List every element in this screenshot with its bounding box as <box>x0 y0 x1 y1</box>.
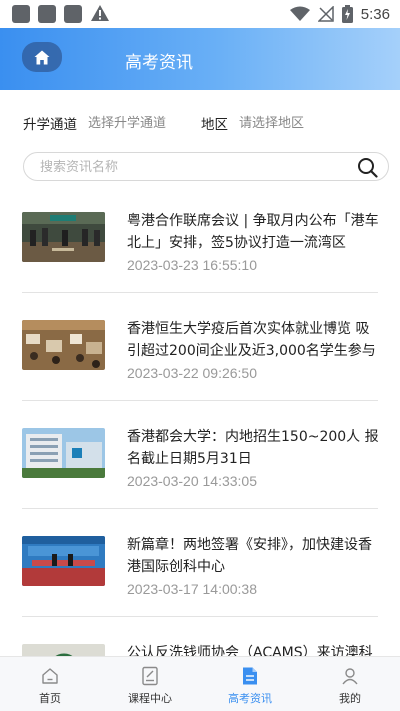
tab-exam-news[interactable]: 高考资讯 <box>200 657 300 711</box>
header-bar: 高考资讯 <box>0 28 400 90</box>
news-date: 2023-03-22 09:26:50 <box>127 365 257 381</box>
home-icon <box>34 50 50 64</box>
news-date: 2023-03-23 16:55:10 <box>127 257 257 273</box>
news-thumbnail <box>22 320 105 370</box>
news-item[interactable]: 新篇章！两地签署《安排》，加快建设香港国际创科中心 2023-03-17 14:… <box>0 509 400 617</box>
warning-icon <box>91 5 109 21</box>
channel-label: 升学通道 <box>23 117 77 133</box>
battery-charging-icon <box>341 5 353 23</box>
news-thumbnail <box>22 536 105 586</box>
tab-label: 高考资讯 <box>228 692 272 705</box>
notification-icon <box>38 5 56 23</box>
news-thumbnail <box>22 212 105 262</box>
news-title: 新篇章！两地签署《安排》，加快建设香港国际创科中心 <box>127 537 372 575</box>
status-time: 5:36 <box>360 5 390 23</box>
no-signal-icon <box>317 6 334 22</box>
tab-label: 首页 <box>39 692 61 705</box>
tab-course-center[interactable]: 课程中心 <box>100 657 200 711</box>
filter-bar: 升学通道 选择升学通道 地区 请选择地区 <box>0 105 400 135</box>
home-button[interactable] <box>22 42 62 72</box>
page-title: 高考资讯 <box>125 53 193 73</box>
channel-select[interactable]: 选择升学通道 <box>88 112 166 131</box>
tab-home[interactable]: 首页 <box>0 657 100 711</box>
news-title: 香港都会大学：内地招生150~200人 报名截止日期5月31日 <box>127 429 379 467</box>
user-icon <box>342 668 358 685</box>
news-title: 粤港合作联席会议 | 争取月内公布「港车北上」安排，签5协议打造一流湾区 <box>127 213 379 251</box>
notification-icon <box>12 5 30 23</box>
tab-mine[interactable]: 我的 <box>300 657 400 711</box>
bottom-tab-bar: 首页 课程中心 高考资讯 我的 <box>0 656 400 711</box>
news-item[interactable]: 香港恒生大学疫后首次实体就业博览 吸引超过200间企业及近3,000名学生参与 … <box>0 293 400 401</box>
home-outline-icon <box>42 668 58 684</box>
region-label: 地区 <box>201 117 228 133</box>
news-thumbnail <box>22 428 105 478</box>
news-date: 2023-03-17 14:00:38 <box>127 581 257 597</box>
news-date: 2023-03-20 14:33:05 <box>127 473 257 489</box>
region-select[interactable]: 请选择地区 <box>239 112 304 131</box>
search-icon[interactable] <box>357 157 378 178</box>
notification-icon <box>64 5 82 23</box>
wifi-icon <box>289 6 310 21</box>
status-bar: 5:36 <box>0 0 400 28</box>
search-box <box>23 152 389 181</box>
news-title: 香港恒生大学疫后首次实体就业博览 吸引超过200间企业及近3,000名学生参与 <box>127 321 376 359</box>
tab-label: 课程中心 <box>128 692 172 705</box>
news-item[interactable]: 粤港合作联席会议 | 争取月内公布「港车北上」安排，签5协议打造一流湾区 202… <box>0 185 400 293</box>
course-doc-icon <box>142 666 158 686</box>
news-item[interactable]: 香港都会大学：内地招生150~200人 报名截止日期5月31日 2023-03-… <box>0 401 400 509</box>
news-doc-icon <box>243 667 257 685</box>
tab-label: 我的 <box>339 692 361 705</box>
search-input[interactable] <box>40 157 340 177</box>
